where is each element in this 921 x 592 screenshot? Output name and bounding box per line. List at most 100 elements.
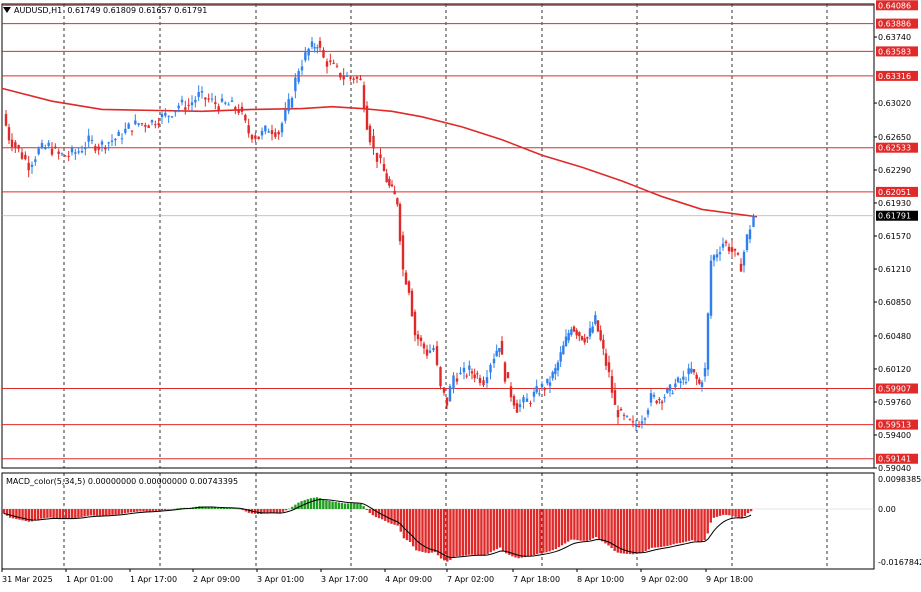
macd-bar xyxy=(467,509,471,555)
level-price-label: 0.63316 xyxy=(878,72,911,81)
candle-body xyxy=(695,374,698,379)
macd-bar xyxy=(619,509,623,554)
macd-bar xyxy=(350,503,353,509)
candle-body xyxy=(634,423,638,427)
macd-bar xyxy=(663,509,666,547)
macd-bar xyxy=(55,509,58,519)
macd-bar xyxy=(117,509,120,515)
candle-body xyxy=(709,260,713,316)
candle-body xyxy=(90,139,94,141)
macd-bar xyxy=(687,509,691,541)
candle-body xyxy=(280,123,284,133)
macd-axis-label: 0.00 xyxy=(878,505,896,514)
candle-body xyxy=(177,105,180,109)
candle-body xyxy=(535,386,538,393)
macd-bar xyxy=(461,509,464,556)
candle-body xyxy=(34,159,37,162)
price-tick-label: 0.59040 xyxy=(878,464,911,473)
macd-bar xyxy=(306,499,309,509)
candle-body xyxy=(234,107,237,110)
macd-bar xyxy=(353,503,356,509)
macd-bar xyxy=(98,509,102,516)
macd-bar xyxy=(560,509,564,546)
candle-body xyxy=(257,136,260,140)
candle-body xyxy=(137,123,140,125)
macd-bar xyxy=(647,509,650,550)
price-tick-label: 0.59400 xyxy=(878,431,911,440)
candle-body xyxy=(498,347,501,352)
candle-body xyxy=(613,390,617,405)
candle-body xyxy=(551,372,554,379)
candle-body xyxy=(671,393,674,395)
symbol-info[interactable]: AUDUSD,H1 0.61749 0.61809 0.61657 0.6179… xyxy=(3,4,207,16)
macd-bar xyxy=(415,509,418,551)
candle-body xyxy=(368,125,372,143)
candle-body xyxy=(147,125,150,128)
candle-body xyxy=(445,397,449,406)
macd-bar xyxy=(666,509,669,546)
ohlc-values: 0.61749 0.61809 0.61657 0.61791 xyxy=(67,5,208,15)
candle-body xyxy=(84,147,87,150)
candle-body xyxy=(120,138,124,140)
macd-bar xyxy=(489,509,492,553)
candle-body xyxy=(631,421,635,423)
candle-body xyxy=(607,362,611,373)
macd-bar xyxy=(356,503,359,509)
candle-body xyxy=(77,151,80,153)
level-price-label: 0.59907 xyxy=(878,384,911,393)
macd-bar xyxy=(591,509,595,539)
macd-bar xyxy=(337,502,340,509)
candle-body xyxy=(594,315,597,324)
candle-body xyxy=(515,403,519,413)
candle-body xyxy=(556,362,560,371)
candle-body xyxy=(554,368,557,375)
candle-body xyxy=(690,368,693,373)
candle-body xyxy=(250,135,254,140)
candle-body xyxy=(407,281,411,293)
price-tick-label: 0.60850 xyxy=(878,298,911,307)
candle-body xyxy=(190,102,194,106)
candle-body xyxy=(74,152,77,154)
candle-body xyxy=(442,387,446,393)
macd-bar xyxy=(219,507,223,509)
macd-bar xyxy=(452,509,455,558)
macd-bar xyxy=(58,509,61,519)
candle-body xyxy=(640,421,644,424)
macd-bar xyxy=(470,509,474,555)
macd-bar xyxy=(458,509,461,557)
candle-body xyxy=(57,151,60,154)
macd-bar xyxy=(120,509,123,514)
candle-body xyxy=(518,404,522,408)
dropdown-triangle-icon[interactable] xyxy=(3,7,11,13)
candle-body xyxy=(30,164,34,167)
time-tick-label: 3 Apr 01:00 xyxy=(257,575,304,584)
macd-bar xyxy=(526,509,530,557)
macd-bar xyxy=(368,509,371,513)
trading-chart[interactable]: 0.64086 0.63886 0.63583 0.63316 0.62533 0.620… xyxy=(0,0,921,590)
candle-body xyxy=(703,368,707,377)
macd-bar xyxy=(684,509,688,542)
macd-bar xyxy=(346,503,350,509)
macd-bar xyxy=(697,509,700,542)
candle-body xyxy=(300,66,304,71)
time-tick-label: 7 Apr 02:00 xyxy=(447,575,494,584)
macd-bar xyxy=(529,509,533,556)
candle-body xyxy=(570,329,573,335)
macd-bar xyxy=(712,509,716,518)
candle-body xyxy=(578,332,581,337)
level-price-label: 0.62051 xyxy=(878,188,911,197)
candle-body xyxy=(724,241,728,244)
chart-canvas[interactable]: 0.64086 0.63886 0.63583 0.63316 0.62533 0.620… xyxy=(0,0,921,590)
candle-body xyxy=(220,98,224,102)
macd-bar xyxy=(281,509,285,512)
candle-body xyxy=(290,97,294,108)
macd-bar xyxy=(641,509,644,553)
macd-bar xyxy=(92,509,96,516)
candle-body xyxy=(658,398,661,400)
candle-body xyxy=(264,125,267,132)
candle-body xyxy=(452,375,455,390)
macd-bar xyxy=(343,503,347,509)
macd-bar xyxy=(625,509,629,554)
macd-bar xyxy=(656,509,660,548)
time-tick-label: 4 Apr 09:00 xyxy=(385,575,432,584)
